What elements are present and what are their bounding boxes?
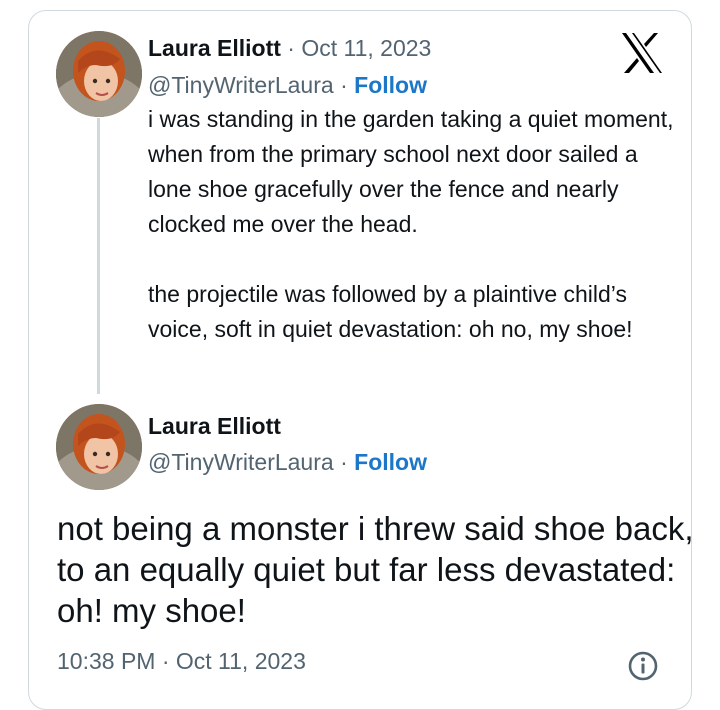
tweet-text: i was standing in the garden taking a qu… <box>148 102 678 347</box>
author-row: Laura Elliott · Oct 11, 2023 <box>148 35 431 62</box>
x-logo-icon[interactable] <box>620 32 664 74</box>
tweet-date[interactable]: Oct 11, 2023 <box>301 35 431 61</box>
info-icon[interactable] <box>627 650 659 682</box>
separator: · <box>340 449 348 475</box>
separator: · <box>340 72 348 98</box>
tweet-text: not being a monster i threw said shoe ba… <box>57 510 694 629</box>
tweet-timestamp[interactable]: 10:38 PM · Oct 11, 2023 <box>57 648 306 675</box>
author-handle[interactable]: @TinyWriterLaura <box>148 449 334 475</box>
tweet-paragraph: the projectile was followed by a plainti… <box>148 281 633 342</box>
follow-button[interactable]: Follow <box>354 72 427 98</box>
thread-line <box>97 118 100 394</box>
handle-row: @TinyWriterLaura · Follow <box>148 72 427 99</box>
author-name[interactable]: Laura Elliott <box>148 413 281 440</box>
author-handle[interactable]: @TinyWriterLaura <box>148 72 334 98</box>
separator: · <box>287 35 295 61</box>
tweet-paragraph: i was standing in the garden taking a qu… <box>148 106 674 237</box>
handle-row: @TinyWriterLaura · Follow <box>148 449 427 476</box>
avatar[interactable] <box>56 404 142 490</box>
avatar[interactable] <box>56 31 142 117</box>
follow-button[interactable]: Follow <box>354 449 427 475</box>
author-name[interactable]: Laura Elliott <box>148 35 281 61</box>
